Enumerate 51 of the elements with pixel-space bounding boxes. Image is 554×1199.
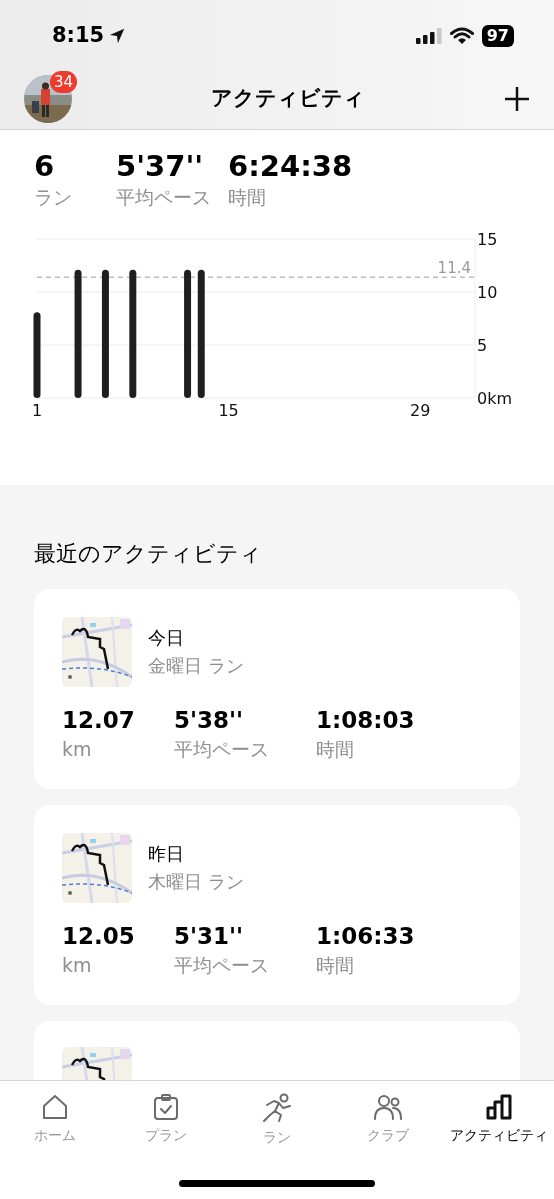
add-icon[interactable]: [504, 85, 530, 112]
location-arrow-icon: [108, 27, 127, 45]
axis-label: 5: [477, 336, 488, 355]
signal-icon: [415, 28, 442, 44]
activity-day: 今日: [148, 624, 244, 652]
tab-item[interactable]: プラン: [110, 1093, 222, 1148]
stat-label: 時間: [316, 737, 355, 762]
stat-value: 6:24:38: [228, 148, 354, 184]
people-icon: [372, 1093, 403, 1121]
screen-title: アクティビティ: [211, 84, 365, 112]
status-time: 8:15: [52, 22, 105, 50]
home-icon: [41, 1093, 70, 1121]
axis-label: 1: [31, 401, 43, 420]
activity-type: 金曜日 ラン: [148, 654, 244, 678]
axis-label: 15: [477, 230, 498, 249]
activity-day: 昨日: [148, 840, 244, 868]
tab-item[interactable]: クラブ: [332, 1093, 444, 1148]
tab-item[interactable]: ホーム: [0, 1093, 111, 1148]
stat-label: 時間: [316, 953, 355, 978]
stat-value: 5'37'': [116, 148, 205, 184]
stat-label: km: [62, 737, 93, 762]
axis-label: 0km: [477, 389, 513, 408]
section-title: 最近のアクティビティ: [34, 540, 263, 568]
stat-value: 5'38'': [174, 706, 245, 735]
stat-value: 1:06:33: [316, 922, 416, 951]
stat-label: 平均ペース: [174, 737, 270, 762]
activity-card[interactable]: 昨日 木曜日 ラン 12.05 km 5'31'' 平均ペース 1:06:33 時間: [34, 805, 520, 1005]
stat-value: 1:08:03: [316, 706, 416, 735]
bar-chart-icon: [484, 1093, 513, 1121]
stat-label: 平均ペース: [116, 185, 212, 210]
stat-value: 12.07: [62, 706, 136, 735]
average-label: 11.4: [437, 259, 471, 278]
activity-card[interactable]: 今日 金曜日 ラン 12.07 km 5'38'' 平均ペース 1:08:03 時間: [34, 589, 520, 789]
stat-value: 6: [34, 148, 56, 184]
battery-indicator: 97: [481, 25, 514, 47]
notification-badge: 34: [50, 70, 78, 93]
stat-label: ラン: [34, 185, 73, 210]
stat-value: 5'31'': [174, 922, 245, 951]
stat-label: km: [62, 953, 93, 978]
tab-item[interactable]: アクティビティ: [443, 1093, 554, 1148]
stat-label: 平均ペース: [174, 953, 270, 978]
runner-icon: [262, 1093, 292, 1123]
wifi-icon: [449, 27, 474, 45]
axis-label: 29: [410, 401, 431, 420]
clipboard-check-icon: [152, 1093, 181, 1121]
axis-label: 10: [477, 283, 498, 302]
tab-item[interactable]: ラン: [221, 1093, 333, 1148]
axis-label: 15: [218, 401, 239, 420]
activity-type: 木曜日 ラン: [148, 870, 244, 894]
stat-label: 時間: [228, 185, 267, 210]
stat-value: 12.05: [62, 922, 136, 951]
